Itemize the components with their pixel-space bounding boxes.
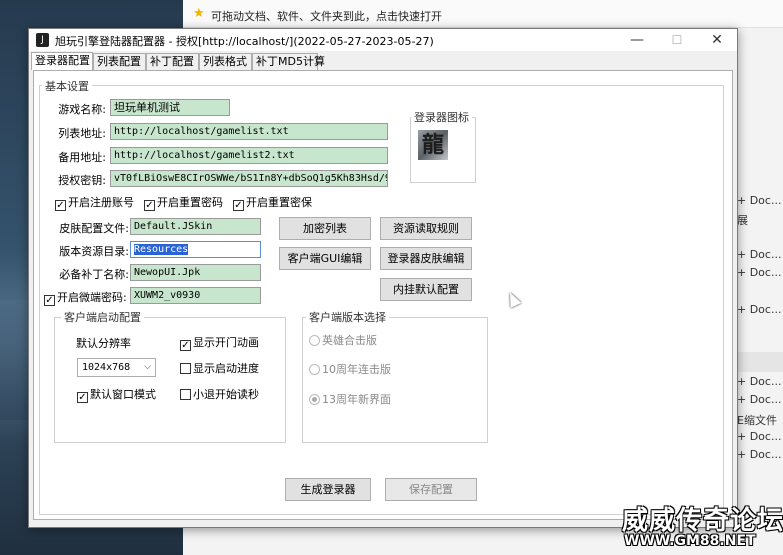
radio-selected-icon [309, 394, 320, 405]
watermark-name: 威威传奇论坛 [622, 506, 783, 536]
config-window: J 旭玩引擎登陆器配置器 - 授权[http://localhost/](202… [28, 28, 738, 528]
client-start-label: 客户端启动配置 [61, 309, 144, 325]
background-list-item[interactable]: + Doc... [737, 430, 783, 443]
version-13th-text: 13周年新界面 [322, 393, 391, 406]
background-list-item[interactable]: 展 [737, 212, 783, 228]
title-bar[interactable]: J 旭玩引擎登陆器配置器 - 授权[http://localhost/](202… [29, 29, 737, 51]
backup-url-field[interactable]: http://localhost/gamelist2.txt [110, 147, 388, 164]
door-animation-checkbox[interactable]: ✓ 显示开门动画 [180, 334, 259, 351]
background-list-item[interactable]: E缩文件 [737, 412, 783, 428]
list-url-field[interactable]: http://localhost/gamelist.txt [110, 123, 388, 140]
tab-list-format[interactable]: 列表格式 [199, 53, 252, 70]
background-list-item[interactable]: + Doc... [737, 248, 783, 261]
reset-protect-text: 开启重置密保 [246, 196, 312, 209]
background-list-item[interactable]: + Doc... [737, 448, 783, 461]
background-separator [737, 352, 783, 372]
tab-patch-md5[interactable]: 补丁MD5计算 [252, 53, 325, 70]
register-account-text: 开启注册账号 [68, 196, 134, 209]
resolution-label: 默认分辨率 [76, 337, 131, 350]
micro-password-field[interactable]: XUWM2_v0930 [130, 287, 261, 304]
register-account-checkbox[interactable]: ✓ 开启注册账号 [55, 194, 134, 211]
save-config-button[interactable]: 保存配置 [385, 478, 477, 501]
background-list-item[interactable]: + Doc... [737, 266, 783, 279]
reset-password-text: 开启重置密码 [157, 196, 223, 209]
auth-key-field[interactable]: vT0fLBiOswE8CIrOSWWe/bS1In8Y+dbSoQ1g5Kh8… [110, 170, 388, 187]
encrypt-list-button[interactable]: 加密列表 [279, 217, 371, 240]
window-title: 旭玩引擎登陆器配置器 - 授权[http://localhost/](2022-… [55, 35, 434, 48]
version-10th-radio[interactable]: 10周年连击版 [309, 361, 391, 377]
resource-rules-button[interactable]: 资源读取规则 [380, 217, 472, 240]
star-icon: ★ [193, 6, 205, 21]
resource-dir-selection: Resources [134, 244, 189, 255]
minimize-button[interactable]: — [617, 29, 657, 51]
door-animation-text: 显示开门动画 [193, 336, 259, 349]
watermark-url: WWW.GM88.NET [624, 533, 756, 549]
skin-file-label: 皮肤配置文件: [59, 222, 129, 235]
version-10th-text: 10周年连击版 [322, 363, 391, 376]
checkbox-checked-icon: ✓ [77, 392, 88, 403]
exit-countdown-checkbox[interactable]: 小退开始读秒 [180, 386, 259, 402]
checkbox-checked-icon: ✓ [55, 200, 66, 211]
skin-file-field[interactable]: Default.JSkin [130, 218, 261, 235]
version-13th-radio[interactable]: 13周年新界面 [309, 391, 391, 407]
game-name-label: 游戏名称: [58, 103, 106, 116]
checkbox-checked-icon: ✓ [44, 295, 55, 306]
background-list-item[interactable]: + Doc... [737, 194, 783, 207]
background-list-item[interactable]: + Doc... [737, 303, 783, 316]
tab-list-config[interactable]: 列表配置 [93, 53, 146, 70]
background-list-item[interactable]: + Doc... [737, 393, 783, 406]
client-version-label: 客户端版本选择 [306, 309, 389, 325]
auth-key-label: 授权密钥: [58, 174, 106, 187]
chevron-down-icon: ⌵ [144, 362, 151, 372]
startup-progress-checkbox[interactable]: 显示启动进度 [180, 360, 259, 376]
radio-icon [309, 335, 320, 346]
backup-url-label: 备用地址: [58, 151, 106, 164]
reset-password-checkbox[interactable]: ✓ 开启重置密码 [144, 194, 223, 211]
tab-patch-config[interactable]: 补丁配置 [146, 53, 199, 70]
close-button[interactable]: ✕ [697, 29, 737, 51]
patch-name-field[interactable]: NewopUI.Jpk [130, 264, 261, 281]
checkbox-checked-icon: ✓ [233, 200, 244, 211]
basic-settings-label: 基本设置 [42, 78, 92, 94]
default-plugin-config-button[interactable]: 内挂默认配置 [380, 278, 472, 301]
version-hero-radio[interactable]: 英雄合击版 [309, 332, 377, 348]
patch-name-label: 必备补丁名称: [59, 268, 129, 281]
app-icon: J [36, 33, 49, 47]
resource-dir-field[interactable]: Resources [130, 241, 261, 258]
launcher-config-panel: 基本设置 游戏名称: 坦玩单机测试 列表地址: http://localhost… [33, 70, 733, 520]
checkbox-checked-icon: ✓ [144, 200, 155, 211]
micro-password-text: 开启微端密码: [57, 291, 127, 304]
window-mode-text: 默认窗口模式 [90, 388, 156, 401]
startup-progress-text: 显示启动进度 [193, 362, 259, 375]
checkbox-unchecked-icon [180, 389, 191, 400]
generate-launcher-button[interactable]: 生成登录器 [285, 478, 371, 501]
micro-password-checkbox[interactable]: ✓ 开启微端密码: [44, 289, 127, 306]
checkbox-checked-icon: ✓ [180, 340, 191, 351]
background-list-item[interactable]: + Doc... [737, 375, 783, 388]
exit-countdown-text: 小退开始读秒 [193, 388, 259, 401]
tab-launcher-config[interactable]: 登录器配置 [31, 52, 93, 70]
reset-protect-checkbox[interactable]: ✓ 开启重置密保 [233, 194, 312, 211]
list-url-label: 列表地址: [58, 127, 106, 140]
launcher-icon-label: 登录器图标 [411, 109, 472, 125]
resolution-value: 1024x768 [82, 362, 131, 373]
resource-dir-label: 版本资源目录: [59, 245, 129, 258]
resolution-select[interactable]: 1024x768 ⌵ [77, 358, 156, 377]
background-notice-text: 可拖动文档、软件、文件夹到此，点击快速打开 [211, 10, 442, 23]
version-hero-text: 英雄合击版 [322, 334, 377, 347]
maximize-button[interactable]: ☐ [657, 29, 697, 51]
background-notice-bar[interactable]: ★ 可拖动文档、软件、文件夹到此，点击快速打开 [183, 0, 783, 28]
client-gui-edit-button[interactable]: 客户端GUI编辑 [279, 247, 371, 270]
checkbox-unchecked-icon [180, 363, 191, 374]
window-mode-checkbox[interactable]: ✓ 默认窗口模式 [77, 386, 156, 403]
game-name-field[interactable]: 坦玩单机测试 [110, 99, 230, 116]
launcher-logo-icon: 龍 [418, 130, 448, 160]
launcher-skin-edit-button[interactable]: 登录器皮肤编辑 [380, 247, 472, 270]
radio-icon [309, 364, 320, 375]
